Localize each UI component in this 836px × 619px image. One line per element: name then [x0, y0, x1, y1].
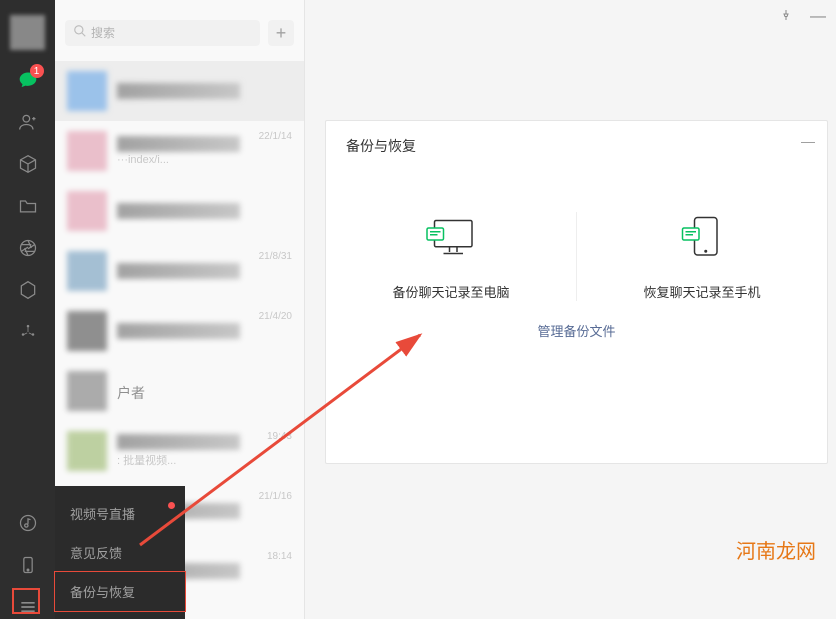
chat-item[interactable] — [55, 181, 304, 241]
pin-icon[interactable] — [780, 8, 792, 26]
search-input[interactable] — [65, 20, 260, 46]
aperture-icon[interactable] — [16, 236, 40, 260]
backup-to-pc-button[interactable]: 备份聊天记录至电脑 — [326, 212, 577, 301]
left-rail: 1 — [0, 0, 55, 619]
search-icon — [73, 24, 87, 43]
music-icon[interactable] — [16, 511, 40, 535]
settings-submenu: 视频号直播 意见反馈 备份与恢复 — [55, 486, 185, 619]
close-icon[interactable]: — — [801, 133, 815, 149]
folder-icon[interactable] — [16, 194, 40, 218]
chat-item[interactable]: ···index/i...22/1/14 — [55, 121, 304, 181]
submenu-backup-restore[interactable]: 备份与恢复 — [55, 572, 185, 611]
phone-icon — [672, 212, 732, 262]
submenu-live[interactable]: 视频号直播 — [55, 494, 185, 533]
restore-to-phone-button[interactable]: 恢复聊天记录至手机 — [577, 212, 827, 301]
backup-label: 备份聊天记录至电脑 — [392, 282, 509, 301]
chat-item[interactable]: 户者 — [55, 361, 304, 421]
contacts-icon[interactable] — [16, 110, 40, 134]
main-area: — 备份与恢复 — 备份聊天记录至电脑 — [305, 0, 836, 619]
manage-backup-link[interactable]: 管理备份文件 — [537, 324, 615, 339]
annotation-highlight — [12, 588, 40, 614]
panel-title: 备份与恢复 — [346, 138, 416, 154]
chat-item[interactable]: 21/4/20 — [55, 301, 304, 361]
hexagon-icon[interactable] — [16, 278, 40, 302]
cube-icon[interactable] — [16, 152, 40, 176]
minimize-icon[interactable]: — — [810, 8, 826, 26]
add-button[interactable]: + — [268, 20, 294, 46]
chat-item[interactable]: 21/8/31 — [55, 241, 304, 301]
submenu-feedback[interactable]: 意见反馈 — [55, 533, 185, 572]
sparkle-icon[interactable] — [16, 320, 40, 344]
watermark: 河南龙网 — [736, 535, 816, 564]
chat-icon[interactable]: 1 — [16, 68, 40, 92]
restore-label: 恢复聊天记录至手机 — [643, 282, 760, 301]
chat-item[interactable] — [55, 61, 304, 121]
chat-item[interactable]: : 批量视频...19:43 — [55, 421, 304, 481]
backup-restore-panel: 备份与恢复 — 备份聊天记录至电脑 — [325, 120, 828, 464]
unread-badge: 1 — [30, 64, 44, 78]
computer-icon — [421, 212, 481, 262]
mobile-icon[interactable] — [16, 553, 40, 577]
user-avatar[interactable] — [10, 15, 45, 50]
